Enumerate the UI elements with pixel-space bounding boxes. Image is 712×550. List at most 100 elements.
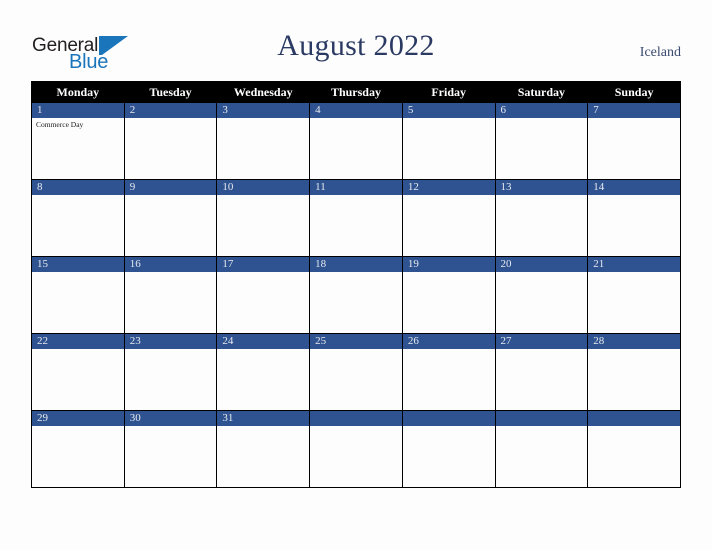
day-number: 16 bbox=[124, 257, 217, 272]
day-events bbox=[217, 118, 309, 120]
day-number: 14 bbox=[588, 180, 680, 195]
day-events bbox=[217, 272, 309, 274]
weekday-header-tuesday: Tuesday bbox=[123, 81, 218, 103]
calendar-day-cell[interactable]: 26 bbox=[401, 333, 496, 411]
calendar-day-cell[interactable]: 13 bbox=[494, 179, 589, 257]
day-events bbox=[32, 195, 124, 197]
day-number: 25 bbox=[310, 334, 402, 349]
calendar-day-cell[interactable] bbox=[309, 410, 403, 488]
calendar-day-cell[interactable]: 5 bbox=[401, 102, 496, 180]
day-cell-content: 10 bbox=[217, 180, 310, 256]
day-cell-content: 5 bbox=[402, 103, 495, 179]
day-cell-content: 22 bbox=[32, 334, 124, 410]
day-events bbox=[310, 349, 402, 351]
calendar-day-cell[interactable] bbox=[587, 410, 681, 488]
day-cell-content bbox=[495, 411, 588, 487]
day-number: 18 bbox=[310, 257, 402, 272]
calendar-day-cell[interactable]: 21 bbox=[587, 256, 681, 334]
day-events bbox=[403, 426, 495, 428]
day-cell-content: 3 bbox=[217, 103, 310, 179]
day-events bbox=[588, 426, 680, 428]
day-events bbox=[403, 272, 495, 274]
calendar-day-cell[interactable]: 8 bbox=[31, 179, 125, 257]
calendar-day-cell[interactable]: 20 bbox=[494, 256, 589, 334]
weekday-header-saturday: Saturday bbox=[494, 81, 589, 103]
calendar-day-cell[interactable]: 11 bbox=[309, 179, 403, 257]
day-events bbox=[496, 349, 588, 351]
day-events bbox=[217, 349, 309, 351]
day-number: 8 bbox=[32, 180, 124, 195]
day-number: 15 bbox=[32, 257, 124, 272]
day-number: 22 bbox=[32, 334, 124, 349]
calendar-day-cell[interactable]: 15 bbox=[31, 256, 125, 334]
day-cell-content: 24 bbox=[217, 334, 310, 410]
day-number: 28 bbox=[588, 334, 680, 349]
calendar-day-cell[interactable]: 2 bbox=[123, 102, 218, 180]
calendar-day-cell[interactable] bbox=[401, 410, 496, 488]
weekday-header-wednesday: Wednesday bbox=[216, 81, 311, 103]
day-number bbox=[495, 411, 588, 426]
calendar-day-cell[interactable]: 4 bbox=[309, 102, 403, 180]
weekday-header-friday: Friday bbox=[401, 81, 496, 103]
calendar-day-cell[interactable]: 14 bbox=[587, 179, 681, 257]
calendar-day-cell[interactable]: 1 Commerce Day bbox=[31, 102, 125, 180]
day-cell-content: 14 bbox=[588, 180, 680, 256]
day-number: 5 bbox=[402, 103, 495, 118]
calendar-day-cell[interactable]: 24 bbox=[216, 333, 311, 411]
day-events bbox=[32, 272, 124, 274]
calendar-day-cell[interactable]: 28 bbox=[587, 333, 681, 411]
calendar-week-row: 1 Commerce Day 2 3 4 5 6 7 bbox=[31, 102, 681, 180]
calendar-day-cell[interactable]: 23 bbox=[123, 333, 218, 411]
calendar-day-cell[interactable]: 25 bbox=[309, 333, 403, 411]
day-events bbox=[588, 195, 680, 197]
day-number: 3 bbox=[217, 103, 310, 118]
calendar-week-row: 15 16 17 18 19 20 21 bbox=[31, 256, 681, 334]
calendar-day-cell[interactable]: 31 bbox=[216, 410, 311, 488]
calendar-day-cell[interactable]: 29 bbox=[31, 410, 125, 488]
day-events bbox=[32, 349, 124, 351]
day-events bbox=[403, 349, 495, 351]
calendar-day-cell[interactable]: 16 bbox=[123, 256, 218, 334]
day-cell-content bbox=[588, 411, 680, 487]
calendar-day-cell[interactable]: 9 bbox=[123, 179, 218, 257]
day-events bbox=[403, 118, 495, 120]
day-number: 9 bbox=[124, 180, 217, 195]
day-events bbox=[125, 349, 217, 351]
day-cell-content: 12 bbox=[402, 180, 495, 256]
calendar-day-cell[interactable]: 7 bbox=[587, 102, 681, 180]
day-number: 23 bbox=[124, 334, 217, 349]
day-events bbox=[125, 426, 217, 428]
calendar-day-cell[interactable]: 10 bbox=[216, 179, 311, 257]
weekday-header-monday: Monday bbox=[31, 81, 125, 103]
day-cell-content bbox=[402, 411, 495, 487]
day-number bbox=[402, 411, 495, 426]
calendar-day-cell[interactable]: 27 bbox=[494, 333, 589, 411]
page-header: General Blue August 2022 Iceland bbox=[0, 0, 712, 80]
calendar-day-cell[interactable]: 3 bbox=[216, 102, 311, 180]
calendar-day-cell[interactable]: 18 bbox=[309, 256, 403, 334]
calendar-day-cell[interactable]: 12 bbox=[401, 179, 496, 257]
page-title: August 2022 bbox=[277, 29, 435, 62]
day-cell-content: 25 bbox=[310, 334, 402, 410]
day-number: 1 bbox=[32, 103, 124, 118]
weekday-header-row: Monday Tuesday Wednesday Thursday Friday… bbox=[31, 81, 681, 103]
calendar-day-cell[interactable]: 30 bbox=[123, 410, 218, 488]
calendar-day-cell[interactable] bbox=[494, 410, 589, 488]
day-cell-content: 8 bbox=[32, 180, 124, 256]
calendar-day-cell[interactable]: 19 bbox=[401, 256, 496, 334]
holiday-event-label: Commerce Day bbox=[36, 120, 84, 129]
calendar-day-cell[interactable]: 17 bbox=[216, 256, 311, 334]
day-cell-content: 13 bbox=[495, 180, 588, 256]
day-cell-content: 4 bbox=[310, 103, 402, 179]
calendar-week-row: 29 30 31 bbox=[31, 410, 681, 488]
calendar-week-row: 22 23 24 25 26 27 28 bbox=[31, 333, 681, 411]
day-number: 4 bbox=[310, 103, 402, 118]
calendar-day-cell[interactable]: 22 bbox=[31, 333, 125, 411]
day-events bbox=[310, 272, 402, 274]
weekday-header-thursday: Thursday bbox=[309, 81, 403, 103]
day-number bbox=[310, 411, 402, 426]
calendar-day-cell[interactable]: 6 bbox=[494, 102, 589, 180]
day-cell-content: 31 bbox=[217, 411, 310, 487]
day-cell-content: 6 bbox=[495, 103, 588, 179]
day-cell-content: 17 bbox=[217, 257, 310, 333]
